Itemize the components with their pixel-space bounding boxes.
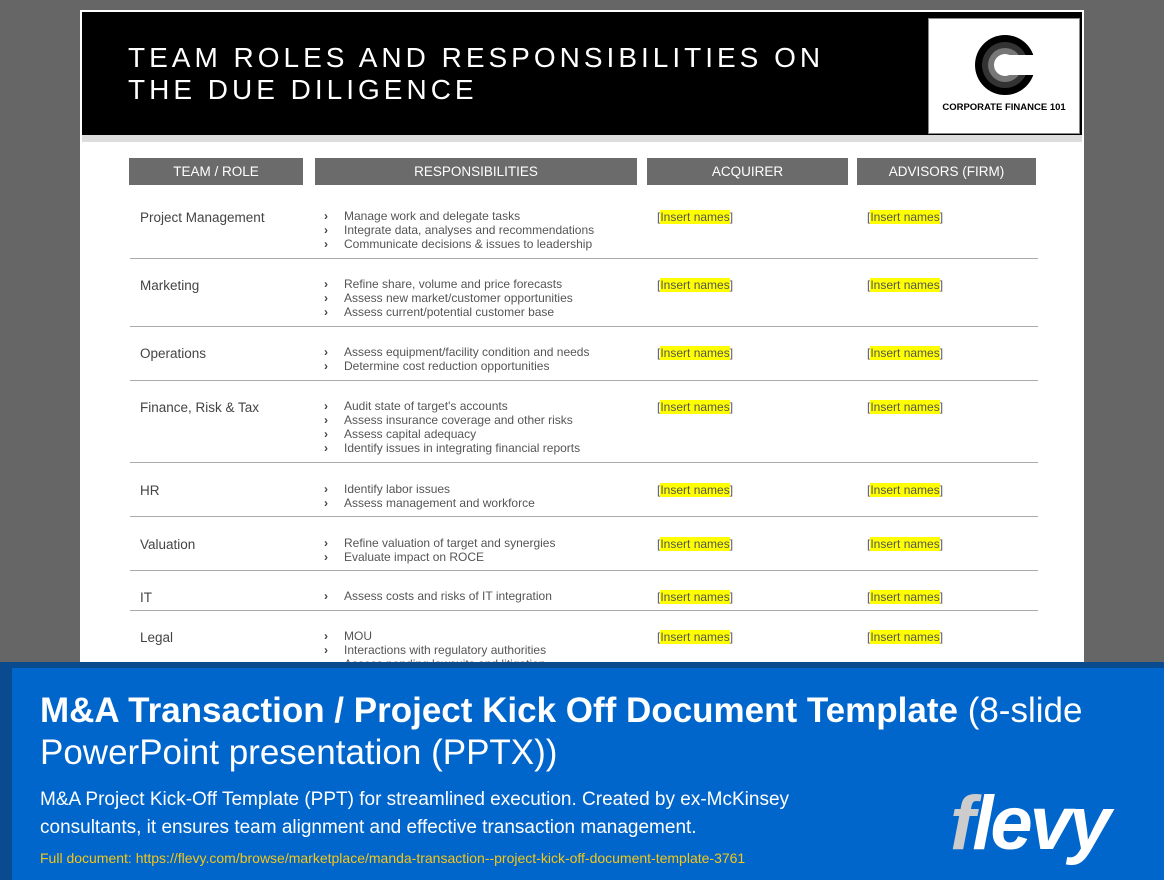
role-label: Valuation — [140, 537, 196, 552]
advisors-placeholder: Insert names — [870, 210, 940, 224]
header-team-role: TEAM / ROLE — [129, 158, 303, 185]
promo-banner: M&A Transaction / Project Kick Off Docum… — [0, 662, 1164, 880]
slide: TEAM ROLES AND RESPONSIBILITIES ON THE D… — [80, 10, 1084, 671]
header-divider — [82, 135, 1082, 142]
role-label: HR — [140, 483, 160, 498]
advisors-placeholder: Insert names — [870, 278, 940, 292]
advisors-placeholder: Insert names — [870, 346, 940, 360]
responsibility-list: Assess equipment/facility condition and … — [324, 345, 589, 373]
row-divider — [130, 380, 1038, 381]
row-divider — [130, 326, 1038, 327]
responsibility-item: Identify labor issues — [324, 482, 535, 496]
responsibility-item: Assess new market/customer opportunities — [324, 291, 573, 305]
advisors-names[interactable]: [Insert names] — [867, 483, 943, 497]
advisors-placeholder: Insert names — [870, 590, 940, 604]
responsibility-item: Identify issues in integrating financial… — [324, 441, 580, 455]
advisors-names[interactable]: [Insert names] — [867, 590, 943, 604]
advisors-placeholder: Insert names — [870, 400, 940, 414]
row-divider — [130, 462, 1038, 463]
responsibility-item: Manage work and delegate tasks — [324, 209, 594, 223]
responsibility-item: Assess costs and risks of IT integration — [324, 589, 552, 603]
responsibility-item: Interactions with regulatory authorities — [324, 643, 546, 657]
acquirer-placeholder: Insert names — [660, 630, 730, 644]
role-label: Marketing — [140, 278, 200, 293]
advisors-placeholder: Insert names — [870, 630, 940, 644]
responsibility-item: Refine share, volume and price forecasts — [324, 277, 573, 291]
role-label: IT — [140, 590, 152, 605]
role-label: Finance, Risk & Tax — [140, 400, 260, 415]
c-logo-icon — [975, 35, 1039, 95]
row-divider — [130, 570, 1038, 571]
role-label: Project Management — [140, 210, 265, 225]
acquirer-names[interactable]: [Insert names] — [657, 400, 733, 414]
advisors-placeholder: Insert names — [870, 537, 940, 551]
acquirer-placeholder: Insert names — [660, 400, 730, 414]
acquirer-names[interactable]: [Insert names] — [657, 483, 733, 497]
responsibility-item: MOU — [324, 629, 546, 643]
role-label: Operations — [140, 346, 207, 361]
header-acquirer: ACQUIRER — [647, 158, 848, 185]
responsibility-item: Evaluate impact on ROCE — [324, 550, 555, 564]
row-divider — [130, 258, 1038, 259]
responsibility-item: Assess capital adequacy — [324, 427, 580, 441]
slide-header: TEAM ROLES AND RESPONSIBILITIES ON THE D… — [82, 12, 1082, 135]
responsibility-item: Determine cost reduction opportunities — [324, 359, 589, 373]
logo-text: CORPORATE FINANCE 101 — [942, 102, 1066, 113]
responsibility-list: Assess costs and risks of IT integration — [324, 589, 552, 603]
acquirer-placeholder: Insert names — [660, 590, 730, 604]
corporate-finance-logo: CORPORATE FINANCE 101 — [928, 18, 1080, 134]
responsibility-item: Assess insurance coverage and other risk… — [324, 413, 580, 427]
acquirer-names[interactable]: [Insert names] — [657, 346, 733, 360]
responsibility-list: Refine valuation of target and synergies… — [324, 536, 555, 564]
acquirer-names[interactable]: [Insert names] — [657, 278, 733, 292]
acquirer-names[interactable]: [Insert names] — [657, 630, 733, 644]
responsibility-item: Refine valuation of target and synergies — [324, 536, 555, 550]
acquirer-placeholder: Insert names — [660, 346, 730, 360]
slide-title: TEAM ROLES AND RESPONSIBILITIES ON THE D… — [128, 42, 825, 105]
acquirer-placeholder: Insert names — [660, 210, 730, 224]
acquirer-placeholder: Insert names — [660, 483, 730, 497]
responsibility-item: Assess management and workforce — [324, 496, 535, 510]
acquirer-names[interactable]: [Insert names] — [657, 537, 733, 551]
responsibility-item: Integrate data, analyses and recommendat… — [324, 223, 594, 237]
banner-description: M&A Project Kick-Off Template (PPT) for … — [40, 789, 790, 838]
advisors-names[interactable]: [Insert names] — [867, 210, 943, 224]
responsibility-item: Assess current/potential customer base — [324, 305, 573, 319]
acquirer-placeholder: Insert names — [660, 278, 730, 292]
row-divider — [130, 516, 1038, 517]
banner-title: M&A Transaction / Project Kick Off Docum… — [40, 690, 1140, 774]
flevy-logo: flevy — [950, 781, 1111, 866]
responsibility-list: Audit state of target's accountsAssess i… — [324, 399, 580, 455]
advisors-names[interactable]: [Insert names] — [867, 400, 943, 414]
responsibility-list: Refine share, volume and price forecasts… — [324, 277, 573, 319]
advisors-names[interactable]: [Insert names] — [867, 278, 943, 292]
acquirer-placeholder: Insert names — [660, 537, 730, 551]
full-document-link[interactable]: Full document: https://flevy.com/browse/… — [40, 850, 920, 866]
advisors-names[interactable]: [Insert names] — [867, 537, 943, 551]
banner-title-main: M&A Transaction / Project Kick Off Docum… — [40, 691, 958, 730]
acquirer-names[interactable]: [Insert names] — [657, 590, 733, 604]
responsibility-list: Manage work and delegate tasksIntegrate … — [324, 209, 594, 251]
role-label: Legal — [140, 630, 174, 645]
responsibility-item: Communicate decisions & issues to leader… — [324, 237, 594, 251]
responsibility-item: Audit state of target's accounts — [324, 399, 580, 413]
responsibility-item: Assess equipment/facility condition and … — [324, 345, 589, 359]
advisors-placeholder: Insert names — [870, 483, 940, 497]
header-responsibilities: RESPONSIBILITIES — [315, 158, 637, 185]
responsibility-list: Identify labor issuesAssess management a… — [324, 482, 535, 510]
acquirer-names[interactable]: [Insert names] — [657, 210, 733, 224]
advisors-names[interactable]: [Insert names] — [867, 630, 943, 644]
row-divider — [130, 610, 1038, 611]
advisors-names[interactable]: [Insert names] — [867, 346, 943, 360]
header-advisors: ADVISORS (FIRM) — [857, 158, 1036, 185]
